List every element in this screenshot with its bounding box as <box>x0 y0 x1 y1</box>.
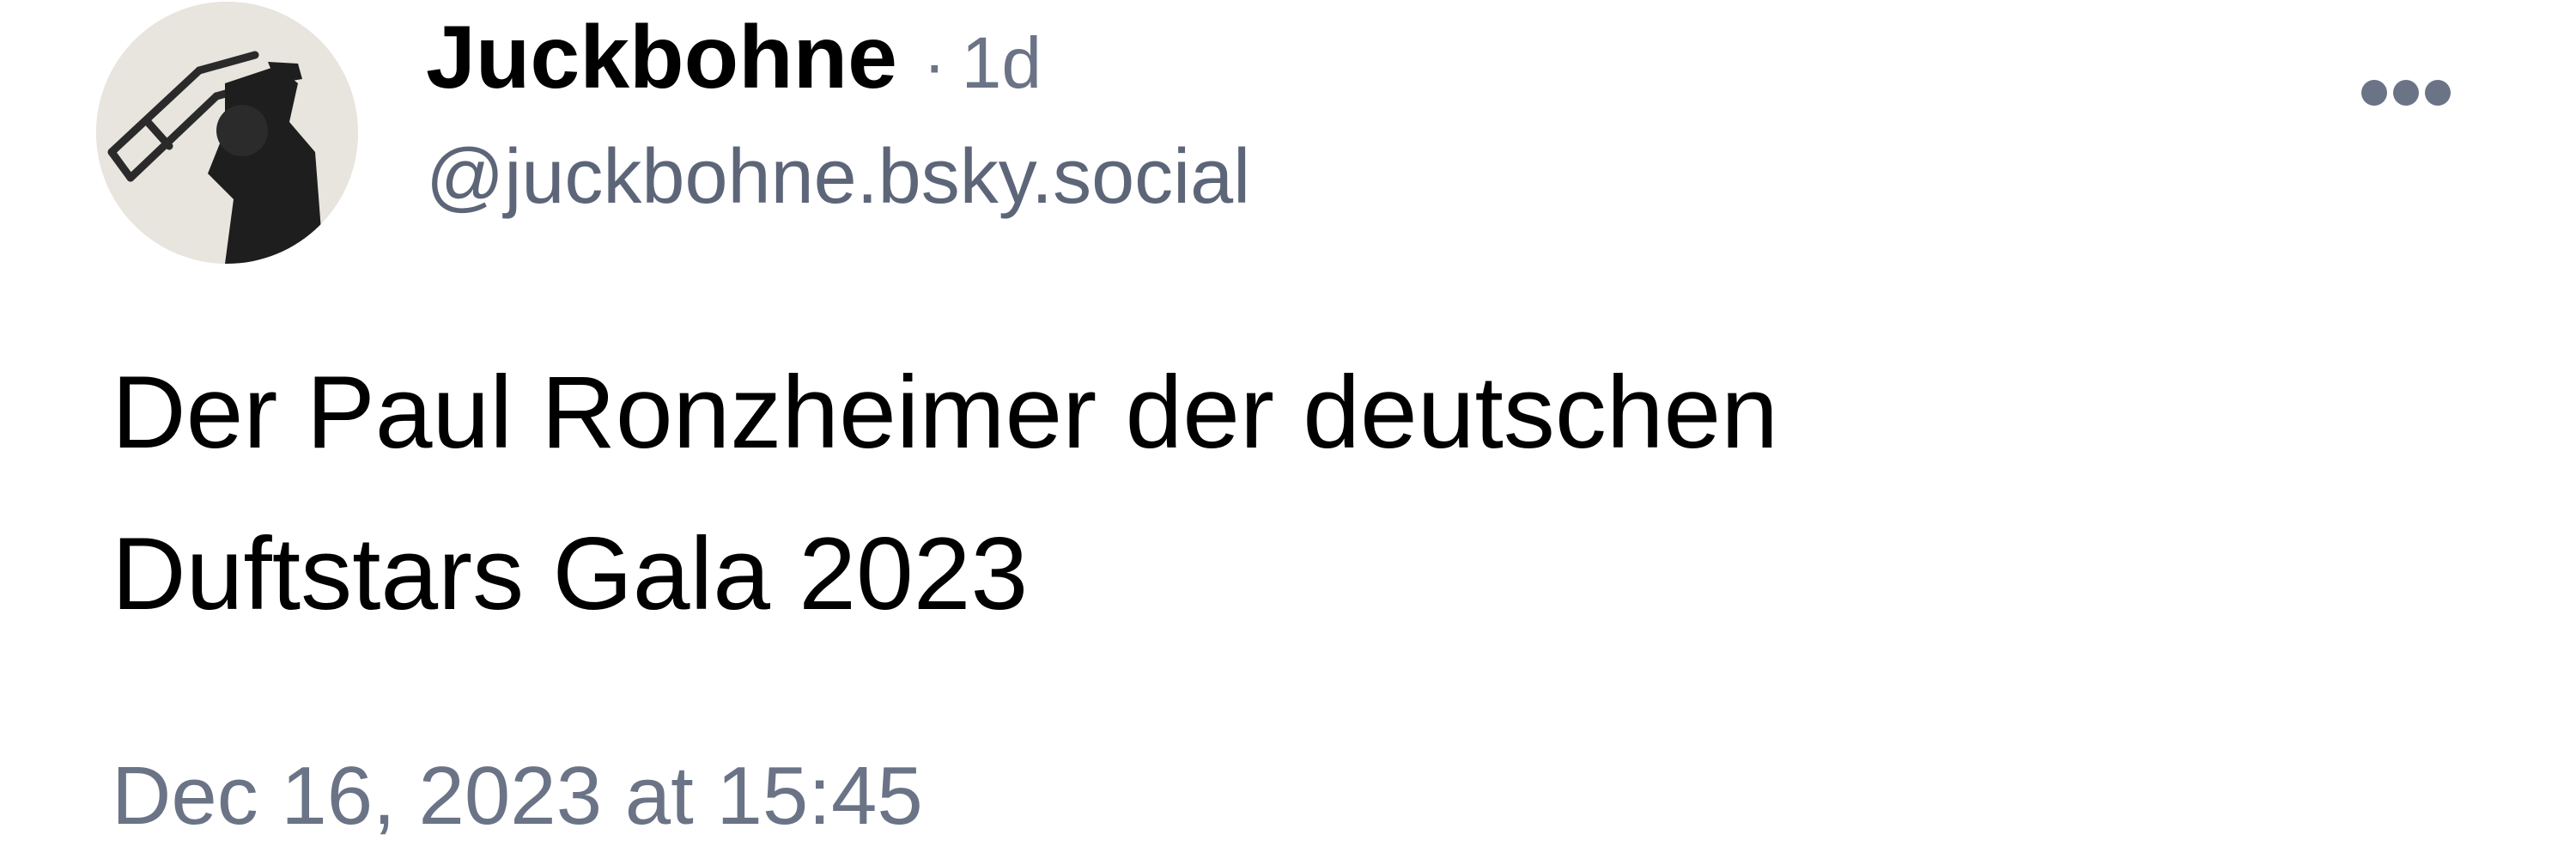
avatar-photo-icon <box>96 2 358 264</box>
post-header: Juckbohne · 1d @juckbohne.bsky.social <box>426 7 1250 222</box>
more-options-button[interactable] <box>2353 67 2473 119</box>
more-options-icon <box>2361 80 2451 106</box>
post-text: Der Paul Ronzheimer der deutschen Duftst… <box>112 355 1779 631</box>
post-container: Juckbohne · 1d @juckbohne.bsky.social De… <box>0 0 2576 859</box>
post-timestamp: Dec 16, 2023 at 15:45 <box>112 750 923 842</box>
author-display-name[interactable]: Juckbohne <box>426 7 897 109</box>
post-age[interactable]: 1d <box>962 21 1042 105</box>
avatar[interactable] <box>96 2 358 264</box>
name-line: Juckbohne · 1d <box>426 7 1250 109</box>
separator-dot: · <box>923 26 946 102</box>
author-handle[interactable]: @juckbohne.bsky.social <box>426 133 1250 222</box>
